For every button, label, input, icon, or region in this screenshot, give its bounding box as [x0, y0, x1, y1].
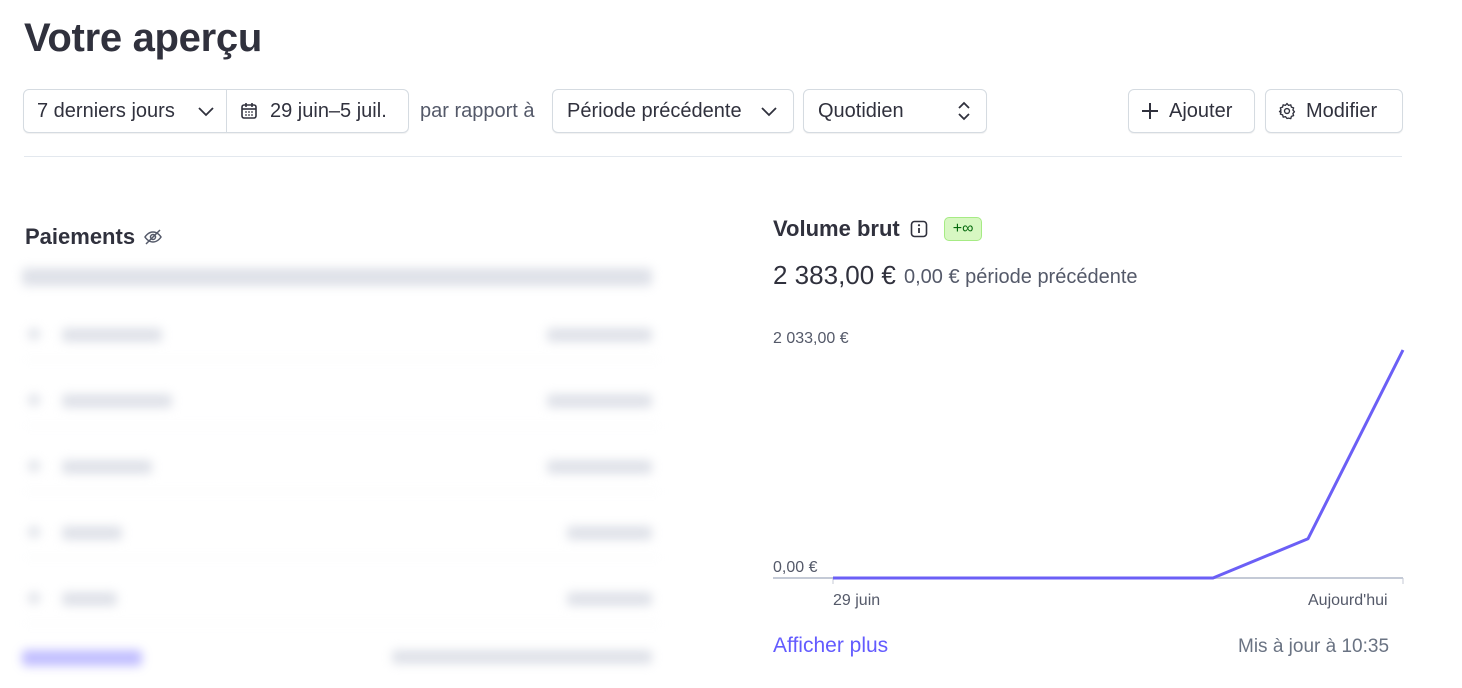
x-axis-start-label: 29 juin	[833, 592, 881, 609]
page-title: Votre aperçu	[24, 16, 262, 60]
updated-time: Mis à jour à 10:35	[1238, 636, 1390, 657]
volume-previous: 0,00 € période précédente	[904, 266, 1138, 288]
plus-icon	[1142, 103, 1158, 119]
blurred-bar	[22, 650, 142, 666]
frequency-label: Quotidien	[818, 99, 904, 122]
payments-title: Paiements	[25, 224, 163, 250]
volume-header: Volume brut +∞	[773, 216, 983, 242]
compare-text: par rapport à	[420, 100, 535, 122]
date-range-group: 7 derniers jours 29 juin–5 juil.	[23, 89, 409, 133]
blurred-bar	[567, 592, 652, 606]
blurred-bar	[392, 650, 652, 664]
blurred-bar	[28, 526, 40, 538]
blurred-bar	[28, 592, 40, 604]
blurred-bar	[62, 592, 117, 606]
date-picker-button[interactable]: 29 juin–5 juil.	[227, 90, 387, 132]
gear-icon	[1278, 102, 1296, 120]
eye-off-icon[interactable]	[143, 227, 163, 247]
payments-blurred-content	[22, 262, 662, 682]
add-button-label: Ajouter	[1169, 99, 1233, 122]
change-badge: +∞	[943, 217, 983, 241]
blurred-bar	[547, 394, 652, 408]
edit-button-label: Modifier	[1306, 99, 1378, 122]
blurred-bar	[62, 328, 162, 342]
blurred-bar	[28, 328, 40, 340]
chevron-down-icon	[761, 107, 777, 117]
x-axis-end-label: Aujourd'hui	[1308, 592, 1388, 609]
blurred-row	[22, 310, 662, 360]
blurred-bar	[62, 526, 122, 540]
date-range-label: 7 derniers jours	[37, 99, 175, 122]
divider	[24, 156, 1402, 157]
blurred-row	[22, 508, 662, 558]
frequency-select[interactable]: Quotidien	[803, 89, 987, 133]
blurred-bar	[547, 328, 652, 342]
date-range-value: 29 juin–5 juil.	[270, 99, 387, 122]
volume-chart[interactable]	[773, 340, 1413, 590]
chevron-up-down-icon	[958, 101, 970, 121]
toolbar: 7 derniers jours 29 juin–5 juil. par rap…	[23, 89, 1403, 133]
show-more-link[interactable]: Afficher plus	[773, 634, 888, 658]
calendar-icon	[241, 103, 257, 119]
blurred-bar	[28, 394, 40, 406]
date-range-select[interactable]: 7 derniers jours	[24, 90, 227, 132]
volume-title: Volume brut	[773, 216, 900, 241]
series-line	[833, 349, 1405, 580]
info-icon[interactable]	[910, 220, 928, 238]
blurred-bar	[22, 268, 652, 286]
add-button[interactable]: Ajouter	[1128, 89, 1255, 133]
blurred-row	[22, 574, 662, 624]
blurred-bar	[28, 460, 40, 472]
payments-title-label: Paiements	[25, 224, 136, 249]
compare-period-label: Période précédente	[567, 99, 742, 122]
edit-button[interactable]: Modifier	[1265, 89, 1403, 133]
blurred-bar	[62, 394, 172, 408]
blurred-row	[22, 442, 662, 492]
blurred-bar	[567, 526, 652, 540]
blurred-bar	[62, 460, 152, 474]
blurred-row	[22, 376, 662, 426]
volume-value: 2 383,00 €	[773, 260, 896, 290]
chevron-down-icon	[198, 107, 214, 117]
compare-period-select[interactable]: Période précédente	[552, 89, 794, 133]
blurred-bar	[547, 460, 652, 474]
